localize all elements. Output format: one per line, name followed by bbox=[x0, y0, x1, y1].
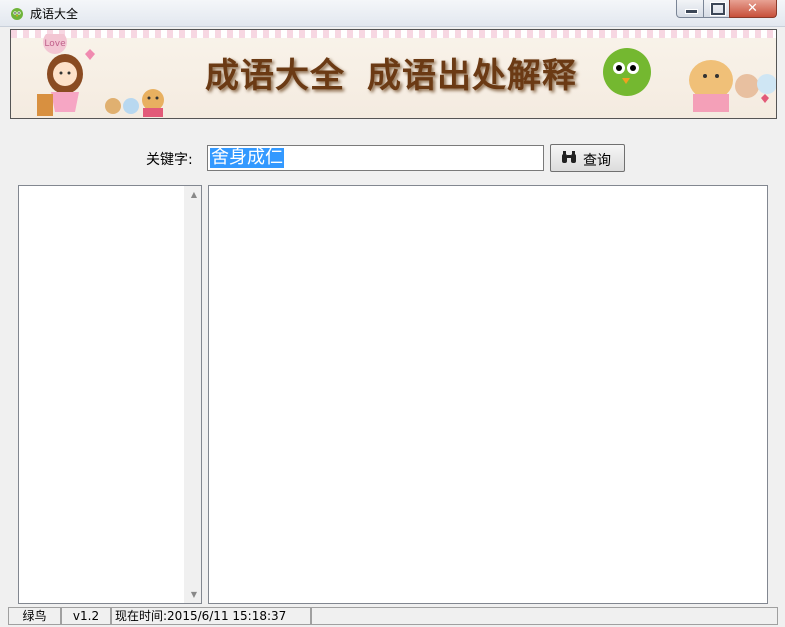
green-bird-icon bbox=[11, 8, 23, 20]
scroll-up-arrow-icon[interactable]: ▲ bbox=[191, 190, 197, 199]
status-bar: 绿鸟 v1.2 现在时间:2015/6/11 15:18:37 bbox=[8, 606, 778, 626]
app-window: 成语大全 ✕ Love 成语大全 成语出处解释 关键字: 舍身成仁 查询 ▲ ▼… bbox=[0, 0, 785, 627]
close-icon: ✕ bbox=[747, 1, 758, 16]
minimize-button[interactable] bbox=[676, 0, 704, 18]
binoculars-icon bbox=[562, 151, 576, 163]
list-scrollbar[interactable]: ▲ ▼ bbox=[184, 186, 201, 603]
status-empty-panel bbox=[311, 607, 778, 625]
search-button-label: 查询 bbox=[583, 153, 611, 169]
close-button[interactable]: ✕ bbox=[729, 0, 777, 18]
status-author: 绿鸟 bbox=[8, 607, 61, 625]
idiom-detail-text[interactable] bbox=[208, 185, 768, 604]
status-version: v1.2 bbox=[61, 607, 111, 625]
search-button[interactable]: 查询 bbox=[550, 144, 625, 172]
status-time: 现在时间:2015/6/11 15:18:37 bbox=[111, 607, 311, 625]
keyword-input[interactable]: 舍身成仁 bbox=[207, 145, 544, 171]
header-banner: Love 成语大全 成语出处解释 bbox=[10, 29, 777, 119]
scroll-down-arrow-icon[interactable]: ▼ bbox=[191, 590, 197, 599]
banner-title-sub: 成语出处解释 bbox=[367, 56, 577, 96]
banner-title: 成语大全 成语出处解释 bbox=[205, 48, 577, 97]
cartoon-girl-illustration: Love bbox=[37, 34, 164, 117]
title-bar[interactable]: 成语大全 ✕ bbox=[0, 0, 785, 27]
bird-and-bears-illustration bbox=[603, 48, 776, 112]
keyword-label: 关键字: bbox=[146, 152, 193, 168]
banner-title-main: 成语大全 bbox=[205, 56, 345, 96]
window-title: 成语大全 bbox=[30, 7, 79, 21]
maximize-button[interactable] bbox=[703, 0, 730, 18]
minimize-icon bbox=[685, 9, 698, 14]
keyword-input-value: 舍身成仁 bbox=[210, 147, 284, 168]
idiom-list[interactable]: ▲ ▼ bbox=[18, 185, 202, 604]
maximize-icon bbox=[711, 3, 725, 15]
love-logo-text: Love bbox=[44, 39, 66, 49]
